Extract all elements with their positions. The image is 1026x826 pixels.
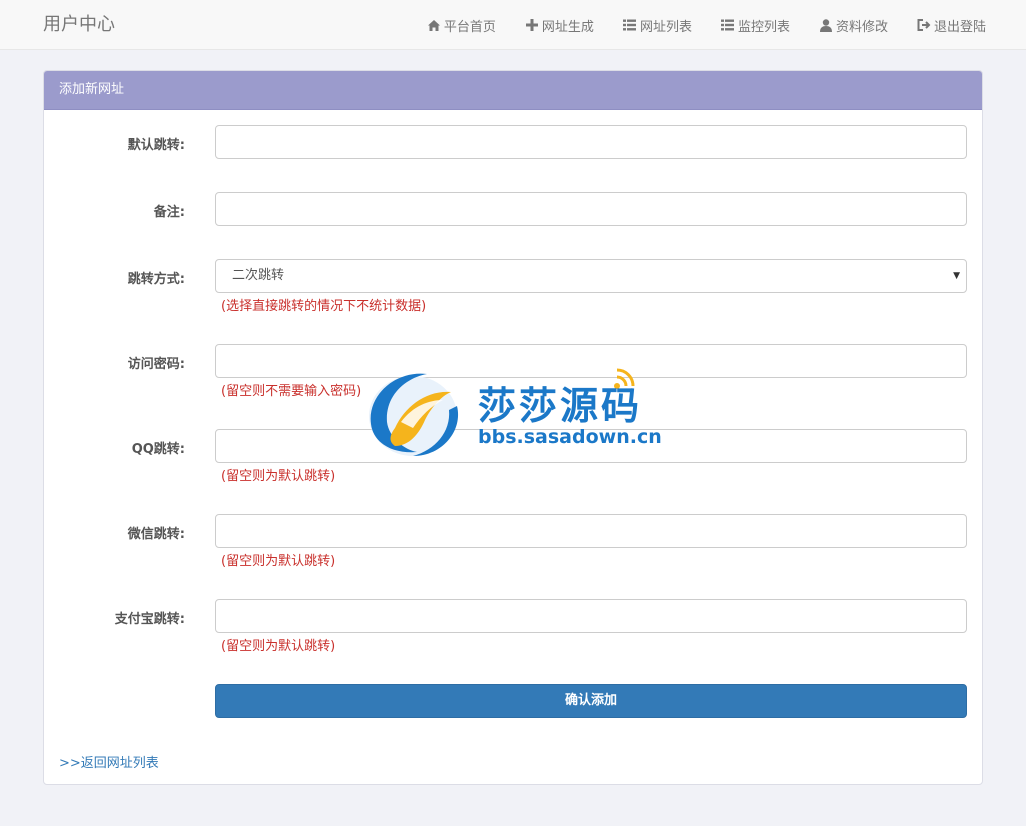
default-redirect-input[interactable] (215, 125, 967, 159)
panel-title: 添加新网址 (44, 71, 982, 110)
nav-menu: 平台首页 网址生成 网址列表 监控列表 资料修改 退出登陆 (398, 0, 986, 50)
nav-item-label: 监控列表 (737, 19, 790, 35)
alipay-redirect-label: 支付宝跳转: (114, 612, 185, 627)
nav-item-generate[interactable]: 网址生成 (525, 16, 594, 35)
nav-item-label: 退出登陆 (933, 19, 986, 35)
list-icon (721, 18, 735, 32)
confirm-add-button[interactable]: 确认添加 (215, 684, 967, 718)
remark-input[interactable] (215, 192, 967, 226)
remark-label: 备注: (153, 205, 185, 220)
nav-item-monitor-list[interactable]: 监控列表 (721, 16, 790, 35)
alipay-redirect-help: (留空则为默认跳转) (221, 639, 336, 654)
nav-item-profile[interactable]: 资料修改 (819, 16, 888, 35)
qq-redirect-help: (留空则为默认跳转) (221, 469, 336, 484)
qq-redirect-input[interactable] (215, 429, 967, 463)
alipay-redirect-input[interactable] (215, 599, 967, 633)
nav-item-logout[interactable]: 退出登陆 (917, 16, 986, 35)
nav-item-label: 平台首页 (443, 19, 496, 35)
wechat-redirect-label: 微信跳转: (127, 527, 185, 542)
redirect-mode-select[interactable]: 二次跳转 ▼ (215, 259, 967, 293)
default-redirect-label: 默认跳转: (127, 138, 185, 153)
nav-item-label: 网址生成 (541, 19, 594, 35)
top-navbar: 用户中心 平台首页 网址生成 网址列表 监控列表 资料修改 退出登陆 (0, 0, 1026, 50)
brand-title[interactable]: 用户中心 (43, 13, 115, 37)
qq-redirect-label: QQ跳转: (131, 442, 185, 457)
redirect-mode-selected: 二次跳转 (232, 268, 285, 283)
access-password-help: (留空则不需要输入密码) (221, 384, 362, 399)
chevron-down-icon: ▼ (953, 271, 960, 281)
list-icon (623, 18, 637, 32)
logout-icon (917, 18, 931, 32)
add-url-panel: 添加新网址 默认跳转: 备注: 跳转方式: 二次跳转 ▼ (选择直接跳转的情况下… (43, 70, 983, 785)
access-password-label: 访问密码: (127, 357, 185, 372)
nav-item-label: 资料修改 (835, 19, 888, 35)
nav-item-url-list[interactable]: 网址列表 (623, 16, 692, 35)
user-icon (819, 18, 833, 32)
redirect-mode-label: 跳转方式: (127, 272, 185, 287)
access-password-input[interactable] (215, 344, 967, 378)
wechat-redirect-help: (留空则为默认跳转) (221, 554, 336, 569)
plus-icon (525, 18, 539, 32)
wechat-redirect-input[interactable] (215, 514, 967, 548)
nav-item-label: 网址列表 (639, 19, 692, 35)
back-to-url-list-link[interactable]: >>返回网址列表 (59, 752, 159, 771)
redirect-mode-help: (选择直接跳转的情况下不统计数据) (221, 299, 427, 314)
nav-item-home[interactable]: 平台首页 (427, 16, 496, 35)
home-icon (427, 18, 441, 32)
